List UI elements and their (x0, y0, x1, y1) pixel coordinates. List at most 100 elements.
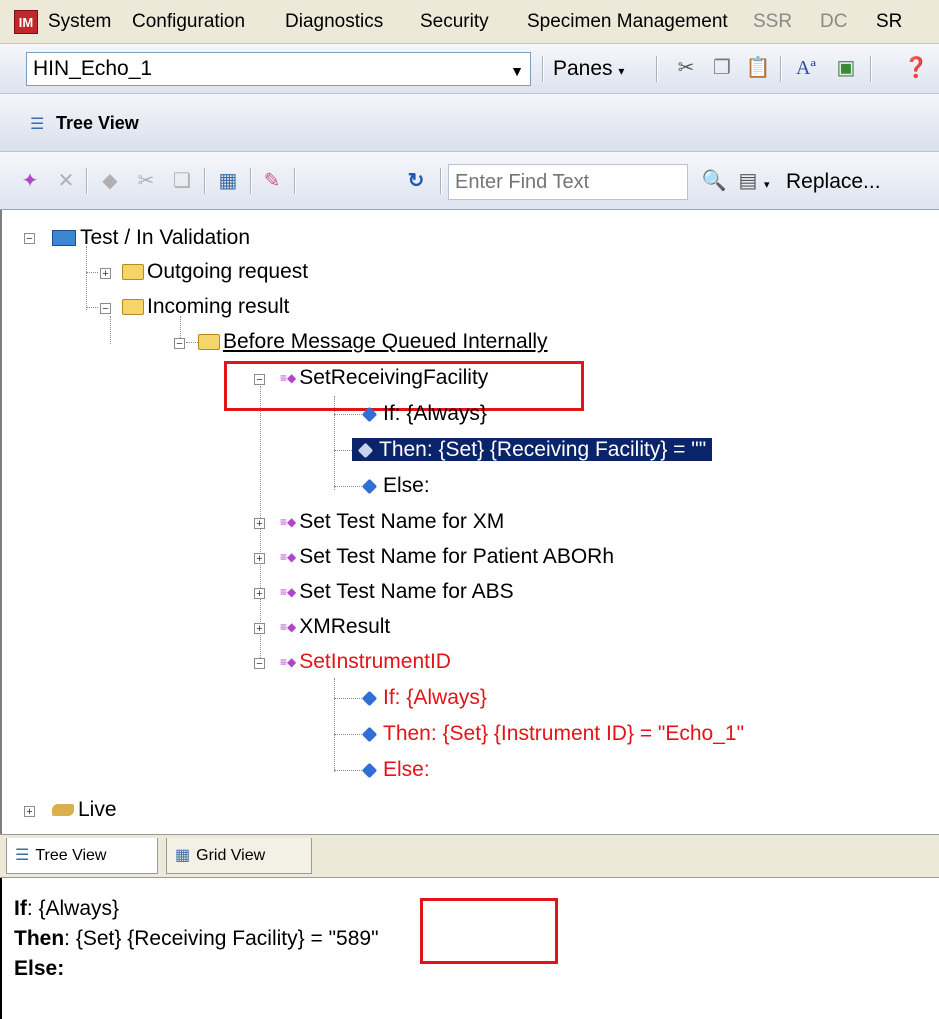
folder-icon (198, 334, 220, 351)
then-edit-value[interactable]: "589" (329, 927, 379, 950)
format-icon[interactable]: ▣ (832, 54, 860, 82)
tree-node-rule-abs[interactable]: ≡◆ Set Test Name for ABS (280, 574, 514, 610)
expand-toggle[interactable]: + (24, 806, 35, 818)
then-label: Then (14, 927, 65, 950)
expand-toggle[interactable]: + (254, 623, 265, 635)
tree-connector (186, 342, 198, 343)
paste-rule-icon[interactable]: ❏ (168, 167, 196, 195)
tree-node-label: Outgoing request (147, 260, 309, 283)
tab-tree-view[interactable]: ☰ Tree View (6, 838, 158, 874)
separator (250, 168, 252, 194)
menu-diagnostics[interactable]: Diagnostics (285, 0, 383, 44)
menu-configuration[interactable]: Configuration (132, 0, 245, 44)
tree-node-then-selected[interactable]: Then: {Set} {Receiving Facility} = "" (352, 432, 713, 468)
condition-icon (361, 726, 378, 743)
tree-node-else[interactable]: Else: (361, 468, 430, 504)
folder-icon (122, 264, 144, 281)
tree-node-label: SetInstrumentID (299, 650, 451, 673)
font-icon[interactable]: Aª (792, 54, 820, 82)
paste-icon[interactable]: 📋 (744, 54, 772, 82)
separator (780, 56, 782, 82)
cut-rule-icon[interactable]: ✂ (132, 167, 160, 195)
help-icon[interactable]: ❓ (902, 54, 930, 82)
expand-toggle[interactable]: + (254, 553, 265, 565)
move-rule-icon[interactable]: ◆ (96, 167, 124, 195)
find-input-box[interactable] (448, 164, 688, 200)
tree-node-rule-xm[interactable]: ≡◆ Set Test Name for XM (280, 504, 504, 540)
condition-icon (361, 406, 378, 423)
tree-node-label: Before Message Queued Internally (223, 330, 548, 353)
tree-node-root[interactable]: Test / In Validation (52, 220, 250, 256)
refresh-icon[interactable]: ↻ (402, 167, 430, 195)
save-icon[interactable]: ▦ (214, 167, 242, 195)
chevron-down-icon[interactable]: ▾ (764, 178, 770, 191)
separator (204, 168, 206, 194)
tree-node-rule-xmresult[interactable]: ≡◆ XMResult (280, 609, 390, 645)
tree-node-label: Then: {Set} {Receiving Facility} = "" (379, 438, 707, 461)
tree-node-label: If: {Always} (383, 686, 487, 709)
condition-icon (361, 478, 378, 495)
find-input[interactable] (449, 165, 687, 199)
condition-icon (357, 442, 374, 459)
tree-node-before-queue[interactable]: Before Message Queued Internally (198, 324, 548, 360)
tree-view-icon: ☰ (30, 116, 45, 133)
combo-value: HIN_Echo_1 (33, 57, 153, 80)
tree-view-title: Tree View (56, 113, 139, 133)
rule-tree: − Test / In Validation + Outgoing reques… (0, 210, 939, 834)
tree-node-then[interactable]: Then: {Set} {Instrument ID} = "Echo_1" (361, 716, 744, 752)
condition-icon (361, 690, 378, 707)
collapse-toggle[interactable]: − (100, 303, 111, 315)
collapse-toggle[interactable]: − (254, 658, 265, 670)
panes-button[interactable]: Panes ▾ (553, 52, 624, 86)
tree-node-label: Set Test Name for ABS (299, 580, 514, 603)
tab-grid-view[interactable]: ▦ Grid View (166, 838, 312, 874)
cut-icon[interactable]: ✂ (672, 54, 700, 82)
tree-node-rule-setinstrumentid[interactable]: ≡◆ SetInstrumentID (280, 644, 451, 680)
tree-connector (86, 307, 98, 308)
rule-icon: ≡◆ (280, 585, 297, 600)
tree-node-if[interactable]: If: {Always} (361, 680, 487, 716)
menu-bar: IM System Configuration Diagnostics Secu… (0, 0, 939, 44)
tree-node-else[interactable]: Else: (361, 752, 430, 788)
separator (440, 168, 442, 194)
grid-view-icon: ▦ (175, 847, 191, 864)
tree-view-icon: ☰ (15, 847, 30, 864)
edit-icon[interactable]: ✎ (258, 167, 286, 195)
chevron-down-icon: ▾ (618, 64, 625, 78)
tree-connector (86, 272, 98, 273)
menu-dc[interactable]: DC (820, 0, 847, 44)
binoculars-icon[interactable]: 🔍 (700, 167, 728, 195)
live-icon (52, 804, 74, 817)
add-rule-icon[interactable]: ✦ (16, 167, 44, 195)
tree-node-live[interactable]: Live (52, 792, 117, 828)
replace-button[interactable]: Replace... (786, 164, 881, 200)
expand-toggle[interactable]: + (100, 268, 111, 280)
dropdown-arrow-icon[interactable]: ▼ (510, 63, 524, 79)
separator (870, 56, 872, 82)
tree-node-if[interactable]: If: {Always} (361, 396, 487, 432)
tree-node-rule-aborh[interactable]: ≡◆ Set Test Name for Patient ABORh (280, 539, 614, 575)
menu-security[interactable]: Security (420, 0, 489, 44)
rule-icon: ≡◆ (280, 515, 297, 530)
menu-sr[interactable]: SR (876, 0, 902, 44)
tree-node-label: Else: (383, 758, 430, 781)
rule-detail-editor[interactable]: If: {Always} Then: {Set} {Receiving Faci… (0, 878, 939, 1019)
tree-node-label: Live (78, 798, 117, 821)
rule-icon: ≡◆ (280, 620, 297, 635)
menu-system[interactable]: System (48, 0, 111, 44)
connection-combo[interactable]: HIN_Echo_1 ▼ (26, 52, 531, 86)
delete-rule-icon[interactable]: ✕ (52, 167, 80, 195)
condition-icon (361, 762, 378, 779)
find-options-icon[interactable]: ▤ (734, 167, 762, 195)
collapse-toggle[interactable]: − (24, 233, 35, 245)
menu-specimen-management[interactable]: Specimen Management (527, 0, 728, 44)
menu-ssr[interactable]: SSR (753, 0, 792, 44)
tree-node-outgoing[interactable]: Outgoing request (122, 254, 308, 290)
collapse-toggle[interactable]: − (174, 338, 185, 350)
expand-toggle[interactable]: + (254, 518, 265, 530)
expand-toggle[interactable]: + (254, 588, 265, 600)
tree-connector (334, 678, 335, 772)
rule-icon: ≡◆ (280, 550, 297, 565)
tree-node-incoming[interactable]: Incoming result (122, 289, 289, 325)
copy-icon[interactable]: ❐ (708, 54, 736, 82)
